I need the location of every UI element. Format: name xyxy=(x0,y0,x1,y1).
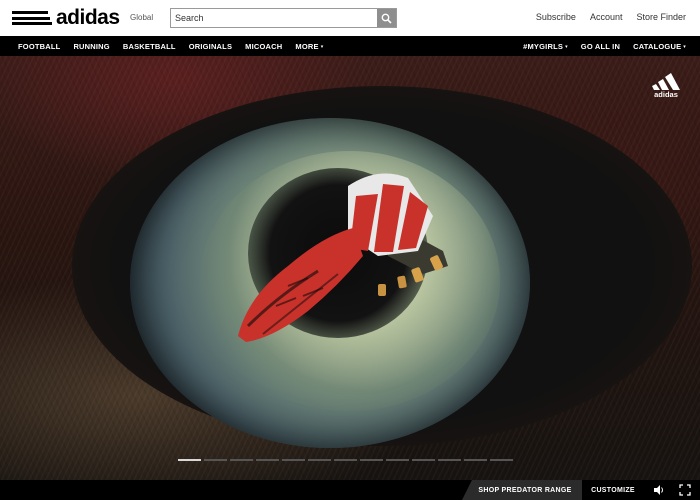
nav-item-label: BASKETBALL xyxy=(122,41,176,51)
nav-item-more[interactable]: MORE ▾ xyxy=(295,42,323,51)
search-box xyxy=(170,8,397,28)
speaker-icon[interactable] xyxy=(653,484,665,496)
subscribe-link[interactable]: Subscribe xyxy=(536,12,576,22)
predator-boot-image xyxy=(238,173,448,342)
adidas-performance-logo[interactable]: adidas xyxy=(646,70,686,98)
logo-stripes-icon xyxy=(12,11,52,25)
nav-item-micoach[interactable]: MICOACH xyxy=(245,42,282,51)
search-button[interactable] xyxy=(377,9,396,27)
nav-item-label: #MYGIRLS xyxy=(523,41,564,51)
slide-dot[interactable] xyxy=(230,459,253,461)
utility-links: Subscribe Account Store Finder xyxy=(536,12,686,22)
logo-wordmark: adidas xyxy=(56,6,120,29)
hero-banner[interactable]: adidas xyxy=(0,56,700,480)
hero-action-bar: SHOP PREDATOR RANGE CUSTOMIZE xyxy=(0,480,700,500)
chevron-down-icon: ▾ xyxy=(565,43,568,50)
slide-dot[interactable] xyxy=(178,459,201,461)
nav-item-label: GO ALL IN xyxy=(580,41,621,51)
nav-item-catalogue[interactable]: CATALOGUE ▾ xyxy=(633,42,686,51)
slide-dot[interactable] xyxy=(256,459,279,461)
slide-dot[interactable] xyxy=(438,459,461,461)
slide-dot[interactable] xyxy=(464,459,487,461)
top-header: adidas Global Subscribe Account Store Fi… xyxy=(0,0,700,36)
slide-dot[interactable] xyxy=(386,459,409,461)
shop-predator-button[interactable]: SHOP PREDATOR RANGE xyxy=(462,480,582,500)
fullscreen-icon[interactable] xyxy=(679,484,691,496)
nav-item-go-all-in[interactable]: GO ALL IN xyxy=(581,42,620,51)
slide-dot[interactable] xyxy=(282,459,305,461)
nav-item-label: RUNNING xyxy=(73,41,110,51)
main-nav: FOOTBALL RUNNING BASKETBALL ORIGINALS MI… xyxy=(0,36,700,56)
slide-dot[interactable] xyxy=(360,459,383,461)
nav-item-label: CATALOGUE xyxy=(633,41,682,51)
account-link[interactable]: Account xyxy=(590,12,623,22)
nav-item-label: MICOACH xyxy=(245,41,283,51)
slide-pagination xyxy=(178,459,513,461)
nav-item-football[interactable]: FOOTBALL xyxy=(18,42,60,51)
nav-item-label: ORIGINALS xyxy=(188,41,233,51)
search-input[interactable] xyxy=(171,9,378,27)
customize-button[interactable]: CUSTOMIZE xyxy=(586,480,640,500)
nav-item-label: FOOTBALL xyxy=(18,41,61,51)
slide-dot[interactable] xyxy=(490,459,513,461)
nav-item-label: MORE xyxy=(295,41,319,51)
chevron-down-icon: ▾ xyxy=(683,43,686,50)
store-finder-link[interactable]: Store Finder xyxy=(636,12,686,22)
chevron-down-icon: ▾ xyxy=(320,43,324,50)
region-selector[interactable]: Global xyxy=(130,13,153,22)
slide-dot[interactable] xyxy=(204,459,227,461)
adidas-logo[interactable]: adidas xyxy=(12,6,120,29)
slide-dot[interactable] xyxy=(334,459,357,461)
nav-left-group: FOOTBALL RUNNING BASKETBALL ORIGINALS MI… xyxy=(18,36,323,56)
slide-dot[interactable] xyxy=(412,459,435,461)
nav-right-group: #MYGIRLS ▾ GO ALL IN CATALOGUE ▾ xyxy=(523,36,686,56)
nav-item-running[interactable]: RUNNING xyxy=(73,42,109,51)
nav-item-originals[interactable]: ORIGINALS xyxy=(189,42,232,51)
nav-item-basketball[interactable]: BASKETBALL xyxy=(123,42,176,51)
slide-dot[interactable] xyxy=(308,459,331,461)
nav-item-mygirls[interactable]: #MYGIRLS ▾ xyxy=(523,42,568,51)
search-icon xyxy=(381,13,392,24)
hero-logo-text: adidas xyxy=(654,90,678,98)
